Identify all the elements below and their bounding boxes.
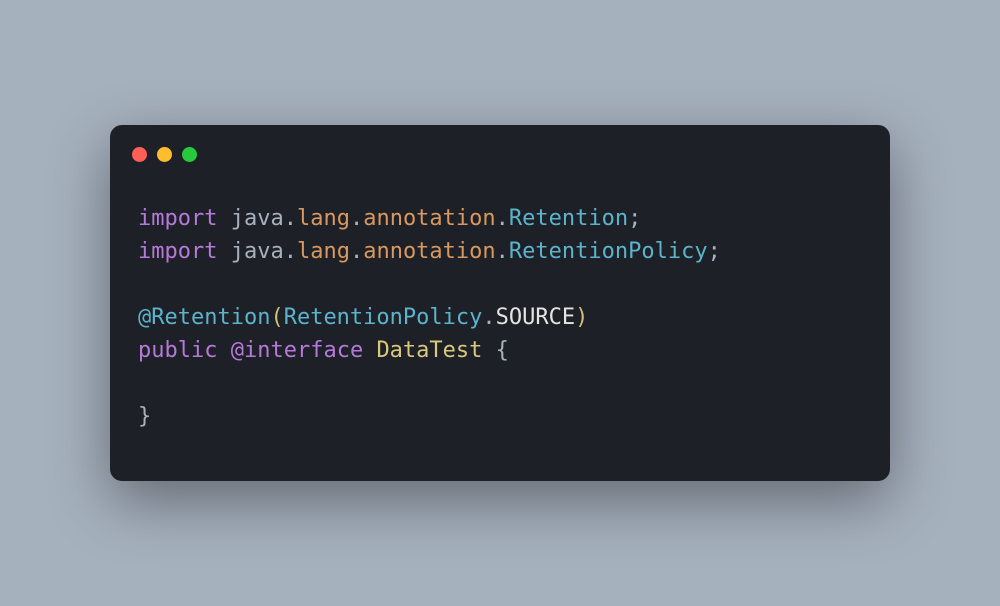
code-area: import java.lang.annotation.Retention;im… xyxy=(110,162,890,481)
maximize-icon[interactable] xyxy=(182,147,197,162)
code-token-keyword: import xyxy=(138,239,217,264)
code-token-namespace: java xyxy=(231,239,284,264)
code-line xyxy=(138,367,862,400)
title-bar xyxy=(110,125,890,162)
code-token-type: Retention xyxy=(509,206,628,231)
code-token-paren: ( xyxy=(270,305,283,330)
minimize-icon[interactable] xyxy=(157,147,172,162)
code-token-white: SOURCE xyxy=(496,305,575,330)
code-line: import java.lang.annotation.Retention; xyxy=(138,202,862,235)
code-token-white xyxy=(217,206,230,231)
code-token-annotation: @Retention xyxy=(138,305,270,330)
code-token-namespace: java xyxy=(231,206,284,231)
code-token-op: . xyxy=(284,239,297,264)
code-token-op: . xyxy=(284,206,297,231)
code-token-white xyxy=(363,338,376,363)
code-token-punct: ; xyxy=(628,206,641,231)
code-token-op: . xyxy=(482,305,495,330)
code-token-punct: ; xyxy=(708,239,721,264)
code-token-paren: ) xyxy=(575,305,588,330)
code-token-keyword: import xyxy=(138,206,217,231)
code-window: import java.lang.annotation.Retention;im… xyxy=(110,125,890,481)
code-token-package: lang xyxy=(297,239,350,264)
code-token-brace: } xyxy=(138,404,151,429)
code-token-type: RetentionPolicy xyxy=(284,305,483,330)
code-token-package: annotation xyxy=(363,206,495,231)
close-icon[interactable] xyxy=(132,147,147,162)
code-line xyxy=(138,268,862,301)
code-token-op: . xyxy=(496,206,509,231)
code-token-white xyxy=(217,338,230,363)
code-token-white xyxy=(482,338,495,363)
code-line: @Retention(RetentionPolicy.SOURCE) xyxy=(138,301,862,334)
code-token-op: . xyxy=(350,206,363,231)
code-line: import java.lang.annotation.RetentionPol… xyxy=(138,235,862,268)
code-token-op: . xyxy=(496,239,509,264)
code-token-op: . xyxy=(350,239,363,264)
code-line: } xyxy=(138,400,862,433)
code-token-package: annotation xyxy=(363,239,495,264)
code-token-type: RetentionPolicy xyxy=(509,239,708,264)
code-token-package: lang xyxy=(297,206,350,231)
code-token-brace: { xyxy=(496,338,509,363)
code-line: public @interface DataTest { xyxy=(138,334,862,367)
code-token-modifier: public xyxy=(138,338,217,363)
code-token-white xyxy=(217,239,230,264)
code-token-classname: DataTest xyxy=(376,338,482,363)
code-token-modifier: @interface xyxy=(231,338,363,363)
